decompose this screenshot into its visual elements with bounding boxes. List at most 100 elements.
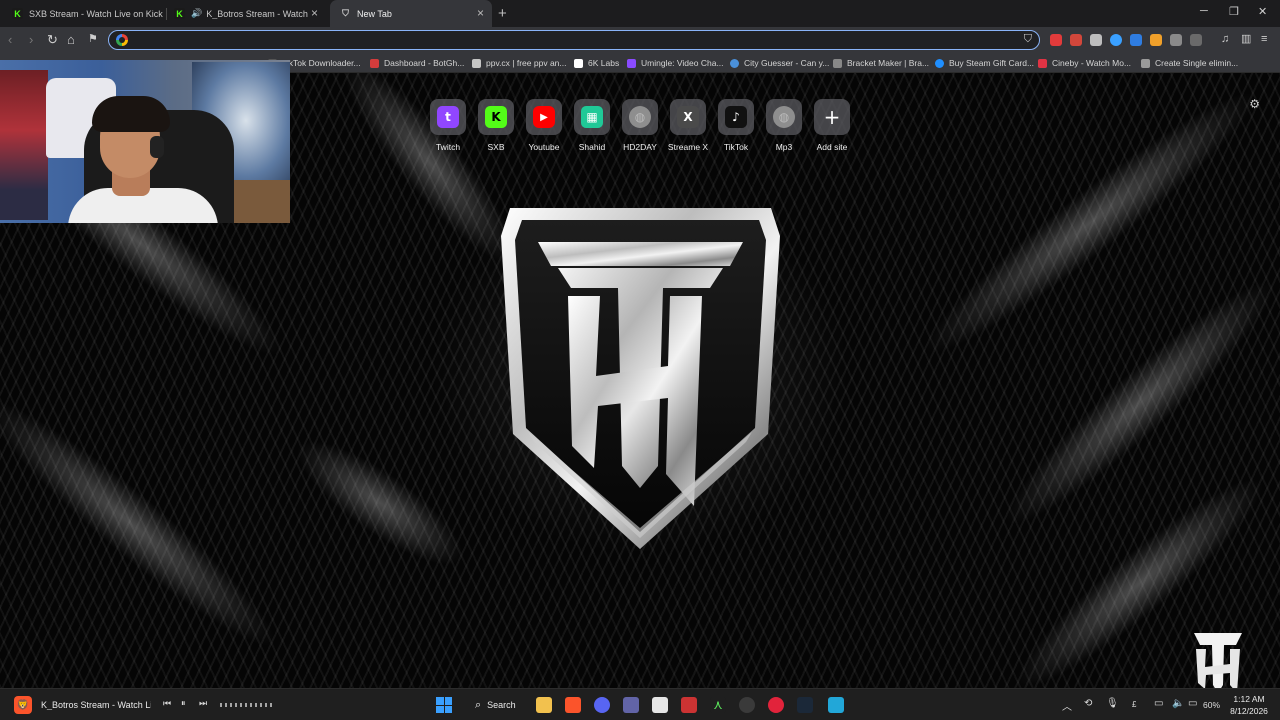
taskbar-search-button[interactable]: ⌕ Search xyxy=(468,695,526,715)
bookmark-label: Buy Steam Gift Card... xyxy=(949,58,1035,68)
bookmark-item[interactable]: Umingle: Video Cha... xyxy=(627,56,724,70)
extension-screen-icon[interactable] xyxy=(1190,34,1202,46)
close-tab-icon[interactable]: × xyxy=(311,7,318,19)
webcam-person xyxy=(150,136,164,158)
close-tab-icon[interactable]: × xyxy=(477,7,484,19)
forward-icon[interactable]: › xyxy=(29,32,33,47)
home-icon[interactable]: ⌂ xyxy=(67,32,75,47)
extension-gear-icon[interactable] xyxy=(1090,34,1102,46)
media-widget[interactable]: 🦁 K_Botros Stream - Watch Li... xyxy=(14,695,151,715)
system-clock[interactable]: 1:12 AM 8/12/2026 xyxy=(1226,693,1272,717)
discord-icon[interactable] xyxy=(594,697,610,713)
shield-icon: ⛉ xyxy=(342,8,349,18)
bookmark-label: Bracket Maker | Bra... xyxy=(847,58,930,68)
address-bar[interactable]: ⛉ xyxy=(108,30,1040,50)
media-control-icon[interactable]: ♫ xyxy=(1221,32,1229,47)
store-icon[interactable] xyxy=(652,697,668,713)
reload-icon[interactable]: ↻ xyxy=(47,32,58,47)
shortcut-tiktok[interactable]: ♪ TikTok xyxy=(716,99,756,152)
windows-start-icon[interactable] xyxy=(436,697,452,713)
app-icon[interactable] xyxy=(828,697,844,713)
customize-gear-icon[interactable]: ⚙ xyxy=(1249,97,1260,111)
shortcut-twitch[interactable]: t Twitch xyxy=(428,99,468,152)
tiktok-icon: ♪ xyxy=(725,106,747,128)
bookmark-label: City Guesser - Can y... xyxy=(744,58,830,68)
microphone-icon[interactable]: 🎙 xyxy=(1106,698,1119,709)
bookmark-item[interactable]: Buy Steam Gift Card... xyxy=(935,56,1034,70)
windows-taskbar: 🦁 K_Botros Stream - Watch Li... ⏮ ⏸ ⏭ ⌕ … xyxy=(0,688,1280,720)
volume-icon[interactable]: 🔈 xyxy=(1172,698,1184,709)
umingle-icon xyxy=(627,58,636,68)
brave-browser-icon[interactable] xyxy=(565,697,581,713)
shortcut-hd2day[interactable]: ◍ HD2DAY xyxy=(620,99,660,152)
extension-orange-icon[interactable] xyxy=(1150,34,1162,46)
back-icon[interactable]: ‹ xyxy=(8,32,12,47)
bookmark-item[interactable]: 6K Labs xyxy=(574,56,619,70)
kick-icon: K xyxy=(485,106,507,128)
steam-icon[interactable] xyxy=(797,697,813,713)
shahid-icon: ▦ xyxy=(581,106,603,128)
menu-icon[interactable]: ≡ xyxy=(1261,32,1267,47)
shortcut-streame-x[interactable]: X Streame X xyxy=(668,99,708,152)
bookmark-item[interactable]: Cineby - Watch Mo... xyxy=(1038,56,1131,70)
extension-translate-icon[interactable] xyxy=(1130,34,1142,46)
sidebar-icon[interactable]: ▥ xyxy=(1241,32,1251,47)
bookmark-item[interactable]: City Guesser - Can y... xyxy=(730,56,829,70)
restore-button[interactable]: ❐ xyxy=(1229,5,1239,18)
tab-title: K_Botros Stream - Watch Live xyxy=(206,8,310,19)
google-icon xyxy=(116,34,128,46)
globe-icon: ◍ xyxy=(773,106,795,128)
extension-red-icon[interactable] xyxy=(1050,34,1062,46)
bookmark-item[interactable]: Dashboard - BotGh... xyxy=(370,56,464,70)
bookmark-label: Umingle: Video Cha... xyxy=(641,58,724,68)
tab-sxb-stream[interactable]: K SXB Stream - Watch Live on Kick xyxy=(6,0,166,27)
battery-icon[interactable]: ▭ xyxy=(1188,698,1197,709)
bookmark-item[interactable]: ppv.cx | free ppv an... xyxy=(472,56,566,70)
pause-icon[interactable]: ⏸ xyxy=(181,698,186,709)
kick-icon: K xyxy=(174,8,185,19)
browser-toolbar: ‹ › ↻ ⌂ ⚑ ⛉ ♫ ▥ ≡ xyxy=(0,27,1280,53)
next-track-icon[interactable]: ⏭ xyxy=(199,698,207,709)
shortcut-youtube[interactable]: ▶ Youtube xyxy=(524,99,564,152)
address-input[interactable] xyxy=(133,33,1013,47)
new-tab-button[interactable]: + xyxy=(498,5,507,22)
extensions-puzzle-icon[interactable] xyxy=(1170,34,1182,46)
speaker-icon: 🔊 xyxy=(191,8,203,18)
bookmark-item[interactable]: Create Single elimin... xyxy=(1141,56,1238,70)
cineby-icon xyxy=(1038,58,1047,68)
recorder-icon[interactable] xyxy=(681,697,697,713)
shortcut-mp3[interactable]: ◍ Mp3 xyxy=(764,99,804,152)
bookmark-label: ppv.cx | free ppv an... xyxy=(486,58,567,68)
file-explorer-icon[interactable] xyxy=(536,697,552,713)
shortcut-add-site[interactable]: + Add site xyxy=(812,99,852,152)
botghost-icon xyxy=(370,58,379,68)
shortcut-shahid[interactable]: ▦ Shahid xyxy=(572,99,612,152)
youtube-icon: ▶ xyxy=(533,106,555,128)
sync-icon[interactable]: ⟲ xyxy=(1084,698,1092,709)
webcam-overlay xyxy=(0,60,290,223)
tab-k-botros-stream[interactable]: K 🔊 K_Botros Stream - Watch Live × xyxy=(170,0,326,27)
shortcut-sxb[interactable]: K SXB xyxy=(476,99,516,152)
previous-track-icon[interactable]: ⏮ xyxy=(163,698,171,709)
nvidia-icon[interactable]: ⋏ xyxy=(710,697,726,713)
bookmark-item[interactable]: Bracket Maker | Bra... xyxy=(833,56,929,70)
tab-new-tab[interactable]: ⛉ New Tab × xyxy=(330,0,492,27)
extension-bug-icon[interactable] xyxy=(1070,34,1082,46)
close-window-button[interactable]: ✕ xyxy=(1258,5,1267,18)
6klabs-icon xyxy=(574,58,583,68)
tab-strip: K SXB Stream - Watch Live on Kick K 🔊 K_… xyxy=(0,0,1280,27)
tab-title: SXB Stream - Watch Live on Kick xyxy=(29,8,163,19)
bookmark-label: Cineby - Watch Mo... xyxy=(1052,58,1132,68)
brave-shield-icon[interactable]: ⛉ xyxy=(1024,33,1032,46)
webcam-person xyxy=(92,96,170,132)
media-player-icon[interactable] xyxy=(768,697,784,713)
bookmark-label: Create Single elimin... xyxy=(1155,58,1239,68)
chrome-icon[interactable] xyxy=(739,697,755,713)
extension-blue-icon[interactable] xyxy=(1110,34,1122,46)
minimize-button[interactable]: ─ xyxy=(1200,5,1208,17)
bookmark-icon[interactable]: ⚑ xyxy=(88,32,98,47)
teams-icon[interactable] xyxy=(623,697,639,713)
tray-overflow-icon[interactable]: ︿ xyxy=(1062,698,1072,713)
twitch-icon: t xyxy=(437,106,459,128)
network-icon[interactable]: ▭ xyxy=(1154,698,1163,709)
